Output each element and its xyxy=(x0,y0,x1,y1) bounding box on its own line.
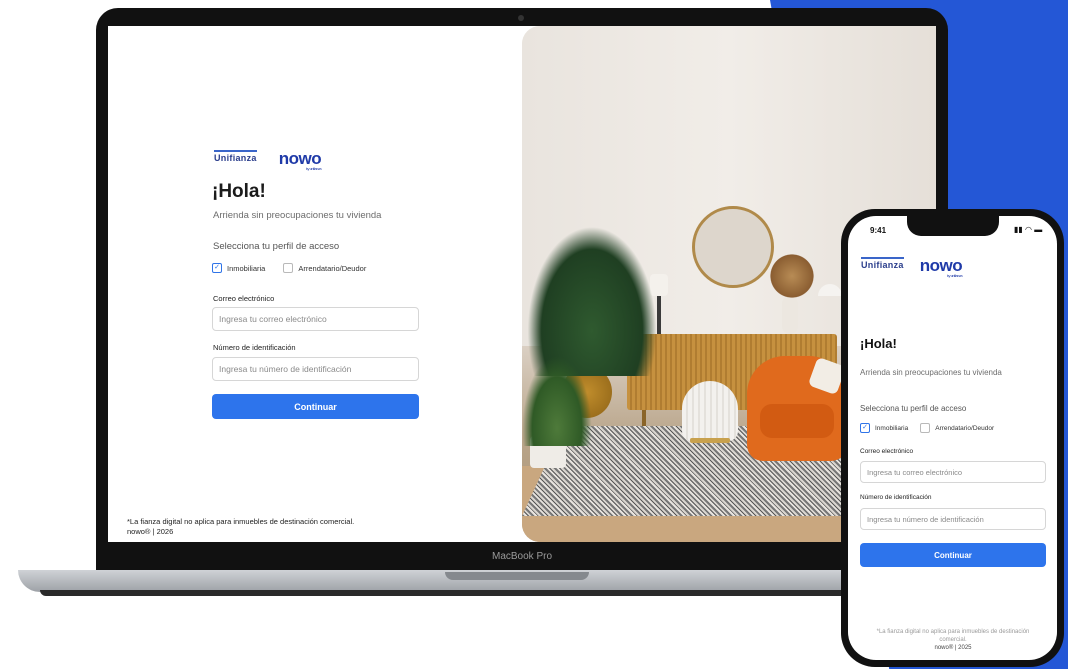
phone-screen: 9:41 ▮▮ ◠ ▬ Unifianza nowo by unifianza … xyxy=(848,216,1057,660)
profile-option-label: Arrendatario/Deudor xyxy=(935,424,995,432)
phone-id-label: Número de identificación xyxy=(860,494,932,501)
email-field[interactable]: Ingresa tu correo electrónico xyxy=(212,307,419,331)
phone-profile-options: ✓ Inmobiliaria Arrendatario/Deudor xyxy=(860,423,994,433)
email-placeholder: Ingresa tu correo electrónico xyxy=(867,467,963,477)
nowo-logo: nowo by unifianza xyxy=(278,149,322,171)
footnote: *La fianza digital no aplica para inmueb… xyxy=(127,517,354,537)
continue-button[interactable]: Continuar xyxy=(212,394,419,419)
unifianza-logo: Unifianza xyxy=(214,150,257,168)
subtitle: Arrienda sin preocupaciones tu vivienda xyxy=(213,210,382,221)
phone-email-field[interactable]: Ingresa tu correo electrónico xyxy=(860,461,1046,483)
checkbox-checked-icon[interactable]: ✓ xyxy=(860,423,870,433)
profile-prompt: Selecciona tu perfil de acceso xyxy=(213,241,340,252)
profile-option-arrendatario[interactable]: Arrendatario/Deudor xyxy=(283,263,366,273)
copyright-text: nowo® | 2025 xyxy=(934,645,972,651)
signal-icon: ▮▮ xyxy=(1014,225,1023,234)
phone-continue-button[interactable]: Continuar xyxy=(860,543,1046,567)
phone-profile-prompt: Selecciona tu perfil de acceso xyxy=(860,404,967,413)
status-time: 9:41 xyxy=(870,226,887,235)
laptop-model-label: MacBook Pro xyxy=(108,542,936,572)
laptop-hinge-notch xyxy=(445,572,589,580)
phone-footnote: *La fianza digital no aplica para inmueb… xyxy=(868,628,1038,652)
email-placeholder: Ingresa tu correo electrónico xyxy=(219,314,327,324)
profile-option-label: Arrendatario/Deudor xyxy=(298,263,367,273)
id-label: Número de identificación xyxy=(213,343,296,352)
unifianza-logo: Unifianza xyxy=(861,257,904,275)
laptop-camera xyxy=(518,15,524,21)
copyright-text: nowo® | 2026 xyxy=(127,527,174,536)
id-placeholder: Ingresa tu número de identificación xyxy=(867,514,984,524)
logo-row: Unifianza nowo by unifianza xyxy=(214,149,322,171)
profile-option-label: Inmobiliaria xyxy=(227,263,266,273)
phone-notch xyxy=(907,216,999,236)
wifi-icon: ◠ xyxy=(1025,225,1033,234)
laptop-screen: Unifianza nowo by unifianza ¡Hola! Arrie… xyxy=(108,26,936,542)
checkbox-icon[interactable] xyxy=(920,423,931,433)
profile-option-inmobiliaria[interactable]: ✓ Inmobiliaria xyxy=(860,423,908,433)
greeting-heading: ¡Hola! xyxy=(212,181,266,202)
email-label: Correo electrónico xyxy=(213,294,275,303)
id-number-field[interactable]: Ingresa tu número de identificación xyxy=(212,357,419,381)
checkbox-icon[interactable] xyxy=(283,263,294,273)
profile-option-arrendatario[interactable]: Arrendatario/Deudor xyxy=(920,423,994,433)
profile-option-label: Inmobiliaria xyxy=(875,424,909,432)
id-placeholder: Ingresa tu número de identificación xyxy=(219,364,352,374)
profile-option-inmobiliaria[interactable]: ✓ Inmobiliaria xyxy=(212,263,265,273)
footnote-text: *La fianza digital no aplica para inmueb… xyxy=(876,629,1030,643)
profile-options: ✓ Inmobiliaria Arrendatario/Deudor xyxy=(212,263,366,273)
phone-logo-row: Unifianza nowo by unifianza xyxy=(861,256,963,278)
checkbox-checked-icon[interactable]: ✓ xyxy=(212,263,222,273)
phone-greeting-heading: ¡Hola! xyxy=(860,336,897,351)
footnote-text: *La fianza digital no aplica para inmueb… xyxy=(127,517,355,526)
battery-icon: ▬ xyxy=(1034,225,1043,234)
phone-id-number-field[interactable]: Ingresa tu número de identificación xyxy=(860,508,1046,530)
nowo-logo: nowo by unifianza xyxy=(919,256,963,278)
phone-subtitle: Arrienda sin preocupaciones tu vivienda xyxy=(860,368,1002,377)
status-icons: ▮▮ ◠ ▬ xyxy=(1014,225,1042,234)
phone-email-label: Correo electrónico xyxy=(860,448,914,455)
